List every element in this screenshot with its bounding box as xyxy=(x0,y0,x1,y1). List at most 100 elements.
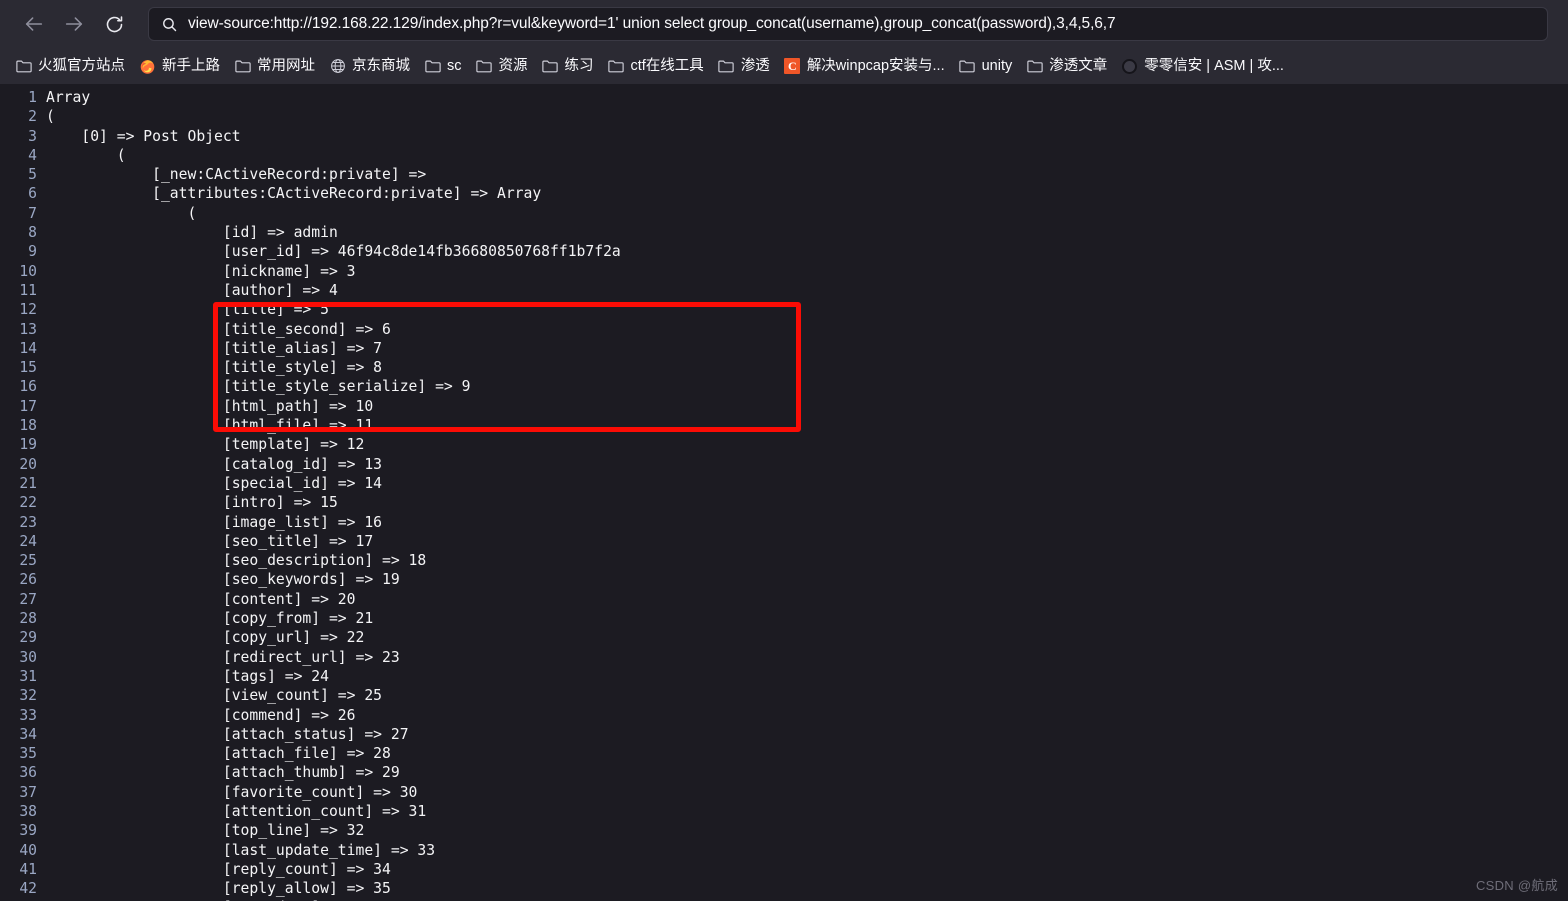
folder-icon xyxy=(959,58,976,75)
bookmark-label: unity xyxy=(981,57,1013,74)
code-line: 24 [seo_title] => 17 xyxy=(0,532,1568,551)
line-number: 37 xyxy=(19,783,37,801)
line-number: 33 xyxy=(19,706,37,724)
line-text: [html_file] => 11 xyxy=(46,417,374,435)
bookmark-label: 渗透 xyxy=(740,57,770,74)
firefox-icon xyxy=(139,58,156,75)
line-text: [redirect_url] => 23 xyxy=(46,648,400,666)
bookmark-item-shentouwenzhang[interactable]: 渗透文章 xyxy=(1019,53,1114,79)
reload-icon xyxy=(106,15,122,32)
line-number: 14 xyxy=(19,339,37,357)
line-text: [content] => 20 xyxy=(46,590,356,608)
code-line: 13 [title_second] => 6 xyxy=(0,320,1568,339)
line-number: 13 xyxy=(19,320,37,338)
code-line: 2( xyxy=(0,107,1568,126)
address-bar-text[interactable]: view-source:http://192.168.22.129/index.… xyxy=(188,8,1539,40)
bookmark-item-jingdong[interactable]: 京东商城 xyxy=(322,53,417,79)
bookmark-item-00sec[interactable]: 零零信安 | ASM | 攻... xyxy=(1114,53,1291,79)
csdn-watermark: CSDN @航成 xyxy=(1475,878,1558,893)
line-number: 6 xyxy=(28,185,37,203)
ring-glyph xyxy=(1122,58,1138,74)
bookmark-label: 火狐官方站点 xyxy=(38,57,125,74)
address-bar[interactable]: view-source:http://192.168.22.129/index.… xyxy=(148,7,1548,41)
code-line: 16 [title_style_serialize] => 9 xyxy=(0,377,1568,396)
bookmark-label: 练习 xyxy=(564,57,594,74)
bookmark-item-ctf-tools[interactable]: ctf在线工具 xyxy=(601,53,711,79)
code-line: 6 [_attributes:CActiveRecord:private] =>… xyxy=(0,184,1568,203)
code-line: 4 ( xyxy=(0,146,1568,165)
bookmark-item-changyongwangzhi[interactable]: 常用网址 xyxy=(227,53,322,79)
globe-icon xyxy=(329,58,346,75)
code-line: 5 [_new:CActiveRecord:private] => xyxy=(0,165,1568,184)
source-code-listing[interactable]: 1 Array 2(3 [0] => Post Object 4 (5 [_new:C… xyxy=(0,88,1568,901)
ring-icon xyxy=(1121,58,1138,75)
bookmark-label: 零零信安 | ASM | 攻... xyxy=(1144,57,1284,74)
folder-icon xyxy=(15,58,32,75)
line-number: 36 xyxy=(19,764,37,782)
line-text: [seo_title] => 17 xyxy=(46,532,374,550)
line-number: 1 xyxy=(28,89,37,106)
folder-icon xyxy=(718,58,735,75)
line-text: [title_style_serialize] => 9 xyxy=(46,378,471,396)
line-text: [commend] => 26 xyxy=(46,706,356,724)
firefox-glyph xyxy=(140,59,155,74)
code-line: 38 [attention_count] => 31 xyxy=(0,802,1568,821)
line-text: [_attributes:CActiveRecord:private] => A… xyxy=(46,185,542,203)
folder-icon xyxy=(1026,58,1043,75)
bookmark-item-huohu[interactable]: 火狐官方站点 xyxy=(8,53,132,79)
line-number: 38 xyxy=(19,802,37,820)
line-number: 29 xyxy=(19,629,37,647)
line-number: 25 xyxy=(19,552,37,570)
bookmark-item-lianxi[interactable]: 练习 xyxy=(535,53,601,79)
back-button[interactable] xyxy=(14,7,54,41)
line-number: 20 xyxy=(19,455,37,473)
line-text: [id] => admin xyxy=(46,224,338,242)
view-source-content: 1 Array 2(3 [0] => Post Object 4 (5 [_new:C… xyxy=(0,84,1568,901)
code-line: 7 ( xyxy=(0,204,1568,223)
code-line: 18 [html_file] => 11 xyxy=(0,416,1568,435)
line-number: 41 xyxy=(19,860,37,878)
bookmark-item-ziyuan[interactable]: 资源 xyxy=(469,53,535,79)
line-number: 7 xyxy=(28,204,37,222)
code-line: 30 [redirect_url] => 23 xyxy=(0,648,1568,667)
folder-icon xyxy=(608,58,625,75)
line-number: 16 xyxy=(19,378,37,396)
code-line: 42 [reply_allow] => 35 xyxy=(0,879,1568,898)
code-line: 37 [favorite_count] => 30 xyxy=(0,783,1568,802)
bookmark-item-sc[interactable]: sc xyxy=(417,53,469,79)
line-text: [author] => 4 xyxy=(46,281,338,299)
line-text: [attention_count] => 31 xyxy=(46,802,427,820)
bookmark-label: 常用网址 xyxy=(257,57,315,74)
code-line: 41 [reply_count] => 34 xyxy=(0,860,1568,879)
code-line: 8 [id] => admin xyxy=(0,223,1568,242)
line-number: 35 xyxy=(19,745,37,763)
line-number: 19 xyxy=(19,436,37,454)
line-text: Array xyxy=(46,89,91,106)
bookmark-item-unity[interactable]: unity xyxy=(952,53,1020,79)
code-line: 17 [html_path] => 10 xyxy=(0,397,1568,416)
line-text: [title_second] => 6 xyxy=(46,320,391,338)
code-line: 29 [copy_url] => 22 xyxy=(0,628,1568,647)
reload-button[interactable] xyxy=(94,7,134,41)
line-text: [view_count] => 25 xyxy=(46,687,383,705)
line-text: [image_list] => 16 xyxy=(46,513,383,531)
code-line: 14 [title_alias] => 7 xyxy=(0,339,1568,358)
line-text: [tags] => 24 xyxy=(46,667,329,685)
code-line: 10 [nickname] => 3 xyxy=(0,262,1568,281)
line-text: [seo_description] => 18 xyxy=(46,552,427,570)
bookmark-item-winpcap[interactable]: C 解决winpcap安装与... xyxy=(777,53,952,79)
code-line: 20 [catalog_id] => 13 xyxy=(0,455,1568,474)
line-number: 10 xyxy=(19,262,37,280)
line-text: [reply_count] => 34 xyxy=(46,860,391,878)
line-number: 2 xyxy=(28,108,37,126)
line-text: [attach_status] => 27 xyxy=(46,725,409,743)
bookmark-label: 京东商城 xyxy=(352,57,410,74)
code-line: 12 [title] => 5 xyxy=(0,300,1568,319)
bookmark-item-shentou[interactable]: 渗透 xyxy=(711,53,777,79)
bookmark-item-xinshoushanglu[interactable]: 新手上路 xyxy=(132,53,227,79)
forward-button[interactable] xyxy=(54,7,94,41)
code-line: 23 [image_list] => 16 xyxy=(0,513,1568,532)
line-text: [user_id] => 46f94c8de14fb36680850768ff1… xyxy=(46,243,621,261)
line-text: [favorite_count] => 30 xyxy=(46,783,418,801)
code-line: 11 [author] => 4 xyxy=(0,281,1568,300)
